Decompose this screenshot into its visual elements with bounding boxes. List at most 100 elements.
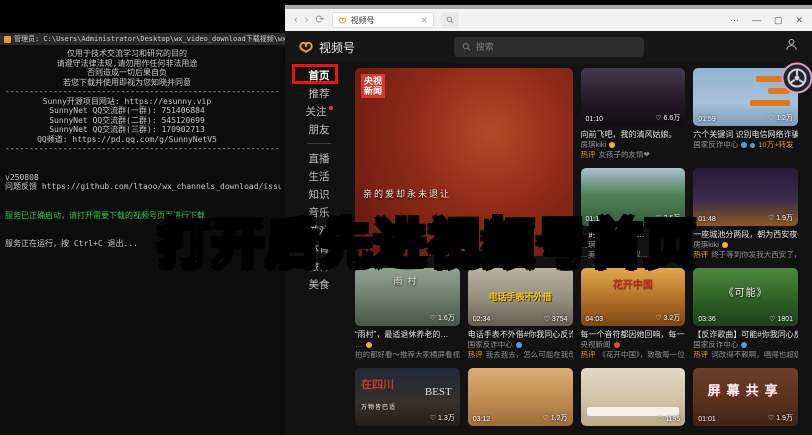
terminal-line: v250808	[5, 173, 281, 183]
app-header: 视频号	[285, 31, 812, 63]
refresh-icon[interactable]: ⟳	[315, 15, 324, 26]
like-count: 3.2万	[664, 313, 681, 323]
search-input[interactable]	[476, 42, 636, 52]
heart-icon: ♡	[430, 414, 436, 422]
browser-tabbar: ‹ › ⟳ 视频号 ✕ ⋯ — ▢ ✕	[285, 9, 812, 31]
duration-label: 04:03	[586, 316, 604, 323]
close-icon[interactable]: ✕	[795, 15, 803, 26]
video-card[interactable]: 《可能》 03:36 ♡1801 【反诈歌曲】可能#你我同心反诈… 国家反诈中心…	[693, 268, 798, 359]
video-thumbnail[interactable]: 在四川 BEST 万物皆巴适 ♡1.3万	[355, 368, 460, 426]
thumbnail-text-chip	[750, 100, 790, 106]
sidebar-item-live[interactable]: 直播	[285, 149, 353, 167]
duration-label: 01:59	[698, 116, 716, 123]
tab-close-icon[interactable]: ✕	[421, 16, 428, 25]
channels-logo-icon	[298, 39, 314, 55]
steering-wheel-icon	[781, 62, 812, 94]
terminal-line: QQ频道: https://pd.qq.com/g/SunnyNetV5	[5, 135, 249, 145]
minimize-icon[interactable]: —	[752, 15, 761, 25]
profile-icon	[784, 37, 799, 52]
verified-badge-icon	[741, 142, 747, 148]
more-icon[interactable]: ⋯	[730, 15, 739, 26]
maximize-icon[interactable]: ▢	[774, 15, 783, 26]
like-count: 6.6万	[664, 113, 681, 123]
terminal-titlebar[interactable]: 管理员: C:\Users\Administrator\Desktop\wx_v…	[0, 33, 286, 45]
heart-icon: ♡	[768, 214, 774, 222]
video-card[interactable]: 01:48 ♡1.9万 一座城池分两段，朝为西安夜长安。 房琪kiki 热评终于…	[693, 168, 798, 259]
video-thumbnail[interactable]: 屏幕共享 01:01 ♡1.9万	[693, 368, 798, 426]
forward-icon[interactable]: ›	[305, 15, 309, 26]
video-caption: BEST	[425, 386, 452, 398]
video-title: 向前飞吧，我的清风姑娘。	[581, 130, 686, 139]
heart-icon: ♡	[544, 315, 550, 323]
notification-dot	[329, 106, 333, 110]
duration-label: 01:01	[698, 416, 716, 423]
terminal-line: 请遵守法律法规,请勿用作任何非法用途	[5, 59, 249, 69]
video-card[interactable]: ♡1195	[581, 368, 686, 426]
hot-comment-label: 热评	[581, 351, 596, 359]
app-title: 视频号	[319, 39, 355, 56]
author-name[interactable]: 央视新闻	[581, 341, 611, 349]
like-count: 1.2万	[776, 113, 793, 123]
tab-title: 视频号	[351, 15, 417, 26]
author-name[interactable]: 房琪kiki	[581, 141, 607, 149]
video-title: 六个关键词 识别电信网络诈骗#你...	[693, 130, 798, 139]
like-count: 1.3万	[438, 413, 455, 423]
video-card[interactable]: 电话手表不外借 02:34 ♡3754 电话手表不外借#你我同心反诈同… 国家反…	[468, 268, 573, 359]
hot-comment-label: 热评	[468, 351, 483, 359]
video-thumbnail[interactable]: 01:48 ♡1.9万	[693, 168, 798, 226]
browser-tab[interactable]: 视频号 ✕	[332, 12, 434, 28]
duration-label: 01:48	[698, 216, 716, 223]
terminal-line: Sunny开源项目网站: https://esunny.vip	[5, 97, 249, 107]
verified-badge-icon	[741, 342, 747, 348]
video-card[interactable]: 雨村 ♡1.6万 “雨村”，最适退休养老的… … 拍的都好看～推荐大家横屏看视频	[355, 268, 460, 359]
heart-icon: ♡	[768, 414, 774, 422]
search-icon	[462, 42, 471, 52]
annotation-red-box	[292, 64, 338, 84]
video-thumbnail[interactable]: ♡1195	[581, 368, 686, 426]
hot-comment-text: 我去我去，怎么可能在我母校拍?	[486, 351, 573, 359]
terminal-line: ----------------------------------------…	[5, 87, 281, 97]
sidebar-item-knowledge[interactable]: 知识	[285, 185, 353, 203]
heart-icon: ♡	[430, 314, 436, 322]
channels-logo-icon	[338, 16, 347, 25]
sidebar-item-food[interactable]: 美食	[285, 275, 353, 293]
video-caption: 花开中国	[581, 276, 686, 291]
channels-logo[interactable]: 视频号	[298, 39, 355, 56]
video-card[interactable]: 花开中国 04:03 ♡3.2万 每一个音符都因她回响，每一句歌… 央视新闻 热…	[581, 268, 686, 359]
sidebar-item-recommend[interactable]: 推荐	[285, 84, 353, 102]
video-thumbnail[interactable]: 01:10 ♡6.6万	[581, 68, 686, 126]
like-count: 1.9万	[776, 413, 793, 423]
heart-icon: ♡	[542, 414, 548, 422]
video-card[interactable]: 屏幕共享 01:01 ♡1.9万	[693, 368, 798, 426]
profile-button[interactable]	[784, 37, 799, 57]
sidebar-item-friends[interactable]: 朋友	[285, 120, 353, 138]
video-caption: 亲的爱却永未退让	[363, 187, 451, 200]
author-name[interactable]: 国家反诈中心	[693, 141, 738, 149]
sidebar-item-life[interactable]: 生活	[285, 167, 353, 185]
hot-comment-text: 拍的都好看～推荐大家横屏看视频	[355, 351, 460, 359]
back-icon[interactable]: ‹	[294, 15, 298, 26]
search-box[interactable]	[454, 37, 644, 57]
sidebar-item-follow[interactable]: 关注	[285, 102, 353, 120]
video-thumbnail[interactable]: 03:12 ♡1.2万	[468, 368, 573, 426]
video-card[interactable]: 03:12 ♡1.2万	[468, 368, 573, 426]
video-caption: 电话手表不外借	[468, 290, 573, 303]
duration-label: 03:36	[698, 316, 716, 323]
terminal-app-icon	[4, 36, 11, 43]
tab-search-button[interactable]	[441, 12, 459, 28]
heart-icon: ♡	[768, 114, 774, 122]
repost-icon	[750, 143, 755, 148]
video-thumbnail[interactable]: 《可能》 03:36 ♡1801	[693, 268, 798, 326]
search-icon	[446, 16, 454, 24]
author-name[interactable]: 国家反诈中心	[693, 341, 738, 349]
like-count: 1195	[665, 416, 680, 423]
video-title: 电话手表不外借#你我同心反诈同…	[468, 330, 573, 339]
terminal-title: 管理员: C:\Users\Administrator\Desktop\wx_v…	[14, 34, 286, 44]
video-card[interactable]: 01:10 ♡6.6万 向前飞吧，我的清风姑娘。 房琪kiki 热评女孩子的友情…	[581, 68, 686, 159]
author-name[interactable]: …	[355, 341, 363, 349]
verified-badge-icon	[722, 242, 728, 248]
floating-ball[interactable]	[781, 62, 812, 99]
video-card[interactable]: 在四川 BEST 万物皆巴适 ♡1.3万	[355, 368, 460, 426]
like-count: 1.6万	[438, 313, 455, 323]
author-name[interactable]: 国家反诈中心	[468, 341, 513, 349]
